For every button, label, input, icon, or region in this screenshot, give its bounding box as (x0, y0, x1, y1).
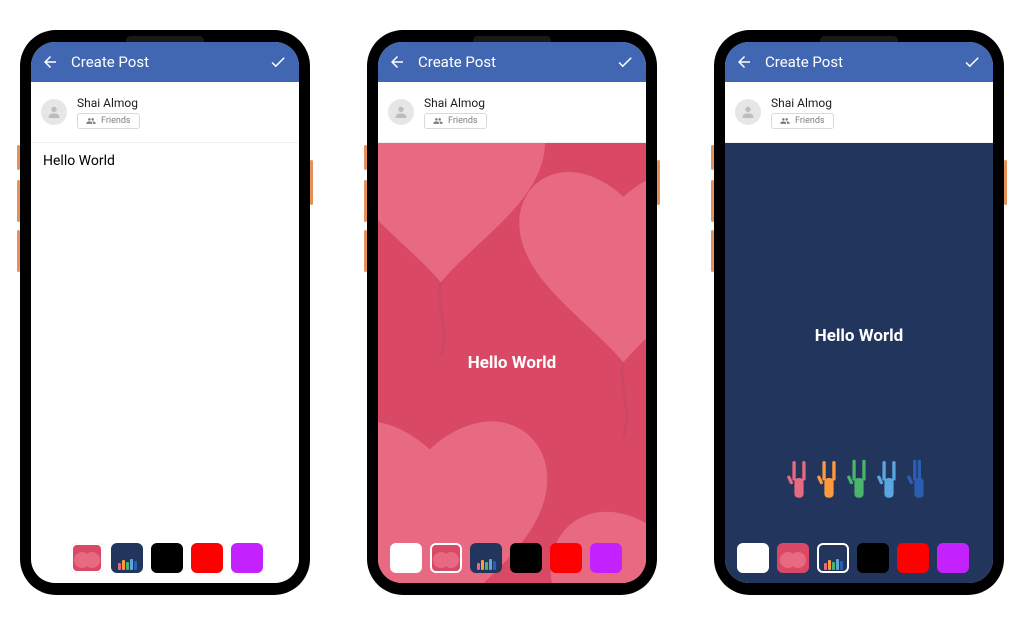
author-name: Shai Almog (771, 96, 834, 110)
volume-down-button (364, 230, 367, 272)
swatch-hearts[interactable] (777, 543, 809, 573)
audience-chip[interactable]: Friends (77, 113, 140, 129)
phone-mock-3: Create Post Shai Almog Friends Hello Wor… (714, 30, 1004, 595)
confirm-icon[interactable] (616, 42, 634, 82)
swatch-hands[interactable] (111, 543, 143, 573)
friends-icon (86, 116, 96, 126)
side-button (17, 145, 20, 170)
hand-icon (905, 457, 933, 503)
app-bar: Create Post (31, 42, 299, 82)
author-row: Shai Almog Friends (378, 82, 646, 143)
avatar (41, 99, 67, 125)
hands-illustration (725, 457, 993, 503)
app-bar: Create Post (725, 42, 993, 82)
swatch-white[interactable] (737, 543, 769, 573)
swatch-violet[interactable] (590, 543, 622, 573)
post-text: Hello World (31, 143, 299, 179)
power-button (657, 160, 660, 205)
appbar-title: Create Post (418, 53, 496, 71)
back-icon[interactable] (41, 53, 59, 71)
phone-screen: Create Post Shai Almog Friends Hello Wor… (31, 42, 299, 583)
audience-label: Friends (448, 116, 478, 126)
volume-up-button (17, 180, 20, 222)
app-bar: Create Post (378, 42, 646, 82)
background-swatches (378, 543, 646, 573)
swatch-violet[interactable] (937, 543, 969, 573)
confirm-icon[interactable] (963, 42, 981, 82)
swatch-hands[interactable] (817, 543, 849, 573)
power-button (310, 160, 313, 205)
avatar (735, 99, 761, 125)
author-meta: Shai Almog Friends (424, 96, 487, 129)
friends-icon (433, 116, 443, 126)
author-meta: Shai Almog Friends (77, 96, 140, 129)
back-icon[interactable] (735, 53, 753, 71)
swatch-hearts[interactable] (430, 543, 462, 573)
swatch-red[interactable] (897, 543, 929, 573)
author-row: Shai Almog Friends (31, 82, 299, 143)
side-button (711, 145, 714, 170)
author-name: Shai Almog (424, 96, 487, 110)
hand-icon (785, 457, 813, 503)
phone-screen: Create Post Shai Almog Friends Hello Wor… (725, 42, 993, 583)
phone-mock-2: Create Post Shai Almog Friends (367, 30, 657, 595)
confirm-icon[interactable] (269, 42, 287, 82)
author-meta: Shai Almog Friends (771, 96, 834, 129)
swatch-hearts[interactable] (71, 543, 103, 573)
author-row: Shai Almog Friends (725, 82, 993, 143)
post-body[interactable]: Hello World (378, 143, 646, 583)
swatch-hands[interactable] (470, 543, 502, 573)
audience-label: Friends (101, 116, 131, 126)
side-button (364, 145, 367, 170)
audience-chip[interactable]: Friends (771, 113, 834, 129)
volume-down-button (711, 230, 714, 272)
post-text: Hello World (378, 143, 646, 583)
friends-icon (780, 116, 790, 126)
hand-icon (815, 457, 843, 503)
post-text: Hello World (725, 143, 993, 583)
audience-chip[interactable]: Friends (424, 113, 487, 129)
post-body[interactable]: Hello World (31, 143, 299, 583)
author-name: Shai Almog (77, 96, 140, 110)
phone-mock-1: Create Post Shai Almog Friends Hello Wor… (20, 30, 310, 595)
swatch-red[interactable] (191, 543, 223, 573)
hand-icon (845, 457, 873, 503)
volume-up-button (364, 180, 367, 222)
volume-down-button (17, 230, 20, 272)
background-swatches (725, 543, 993, 573)
phone-screen: Create Post Shai Almog Friends (378, 42, 646, 583)
back-icon[interactable] (388, 53, 406, 71)
avatar (388, 99, 414, 125)
appbar-title: Create Post (765, 53, 843, 71)
power-button (1004, 160, 1007, 205)
background-swatches (31, 543, 299, 573)
appbar-title: Create Post (71, 53, 149, 71)
swatch-red[interactable] (550, 543, 582, 573)
audience-label: Friends (795, 116, 825, 126)
swatch-white[interactable] (390, 543, 422, 573)
swatch-black[interactable] (510, 543, 542, 573)
volume-up-button (711, 180, 714, 222)
post-body[interactable]: Hello World (725, 143, 993, 583)
swatch-violet[interactable] (231, 543, 263, 573)
swatch-black[interactable] (857, 543, 889, 573)
hand-icon (875, 457, 903, 503)
swatch-black[interactable] (151, 543, 183, 573)
